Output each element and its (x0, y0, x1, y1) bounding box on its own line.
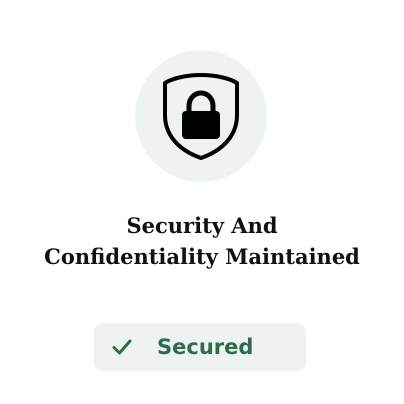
page-title: Security And Confidentiality Maintained (20, 210, 384, 272)
security-card: Security And Confidentiality Maintained … (0, 0, 404, 404)
title-line-2: Confidentiality Maintained (44, 244, 360, 269)
status-badge-label: Secured (157, 335, 254, 359)
check-icon (111, 336, 133, 358)
shield-lock-icon (163, 73, 239, 160)
title-line-1: Security And (126, 213, 278, 238)
status-badge: Secured (94, 323, 306, 371)
shield-lock-icon-container (135, 50, 267, 182)
